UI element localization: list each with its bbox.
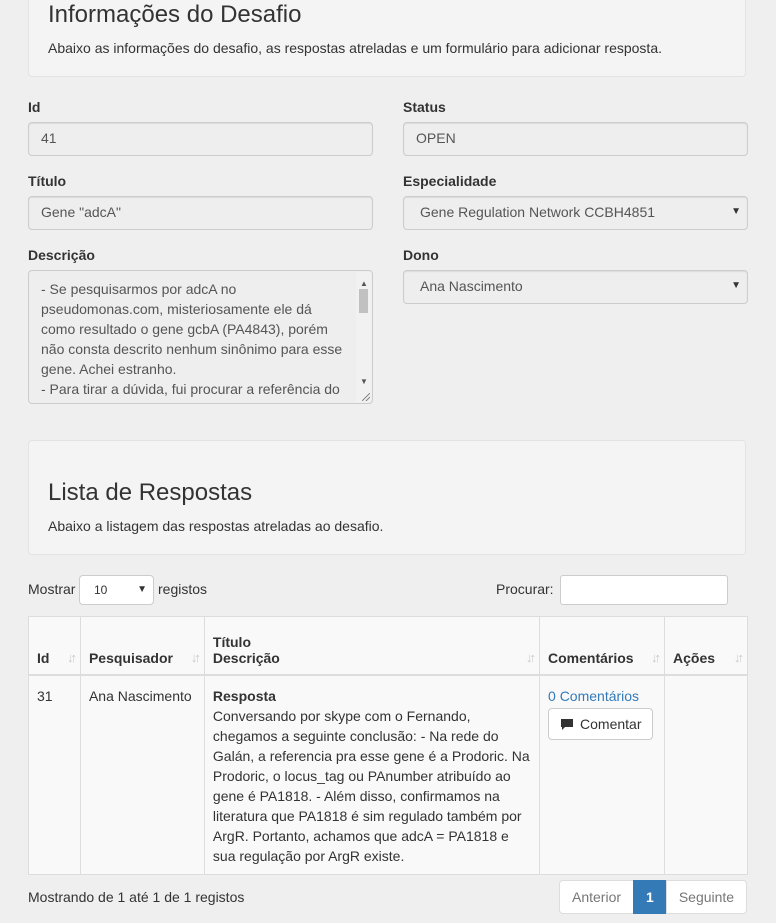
sort-icon: ↓↑	[190, 650, 201, 665]
dono-label: Dono	[403, 247, 439, 263]
page-length-value: 10	[94, 583, 108, 597]
titulo-label: Título	[28, 173, 67, 189]
comment-icon	[561, 718, 574, 730]
dono-value: Ana Nascimento	[420, 278, 523, 294]
col-comentarios[interactable]: Comentários ↓↑	[539, 616, 665, 676]
status-field: OPEN	[403, 122, 748, 156]
sort-icon: ↓↑	[734, 650, 744, 665]
next-page-button[interactable]: Seguinte	[665, 880, 748, 914]
respostas-subtitle: Abaixo a listagem das respostas atrelada…	[48, 518, 384, 534]
descricao-text: - Se pesquisarmos por adcA no pseudomona…	[41, 281, 343, 403]
search-label: Procurar:	[496, 581, 554, 597]
page-1-button[interactable]: 1	[633, 880, 667, 914]
resposta-description: Conversando por skype com o Fernando, ch…	[212, 708, 530, 864]
resposta-title: Resposta	[212, 688, 276, 704]
cell-id: 31	[28, 674, 81, 875]
col-id[interactable]: Id ↓↑	[28, 616, 81, 676]
search-input[interactable]	[560, 575, 728, 605]
col-titulo-descricao[interactable]: Título Descrição ↓↑	[203, 616, 541, 676]
page-title: Informações do Desafio	[48, 1, 302, 28]
id-label: Id	[28, 99, 41, 115]
sort-icon: ↓↑	[66, 650, 77, 665]
comment-button-label: Comentar	[580, 716, 642, 732]
sort-icon: ↓↑	[651, 650, 661, 665]
col-acoes[interactable]: Ações ↓↑	[664, 616, 748, 676]
scrollbar-thumb[interactable]	[359, 289, 368, 313]
descricao-label: Descrição	[28, 247, 95, 263]
page-length-select[interactable]: 10 ▼	[79, 575, 154, 605]
sort-icon: ↓↑	[526, 650, 536, 665]
chevron-down-icon: ▼	[731, 206, 741, 217]
respostas-panel: Lista de Respostas Abaixo a listagem das…	[28, 440, 746, 555]
status-label: Status	[403, 99, 446, 115]
table-info: Mostrando de 1 até 1 de 1 registos	[28, 889, 245, 905]
scroll-down-icon[interactable]: ▼	[360, 372, 368, 392]
especialidade-value: Gene Regulation Network CCBH4851	[420, 204, 656, 220]
comments-link[interactable]: 0 Comentários	[548, 688, 639, 704]
chevron-down-icon: ▼	[731, 280, 741, 291]
descricao-textarea[interactable]: - Se pesquisarmos por adcA no pseudomona…	[28, 270, 373, 404]
respostas-table: Id ↓↑ Pesquisador ↓↑ Título Descrição ↓↑…	[28, 616, 748, 875]
chevron-down-icon: ▼	[137, 584, 147, 595]
cell-comentarios: 0 Comentários Comentar	[539, 674, 665, 875]
especialidade-select[interactable]: Gene Regulation Network CCBH4851 ▼	[403, 196, 748, 230]
respostas-title: Lista de Respostas	[48, 479, 253, 506]
table-row: 31 Ana Nascimento Resposta Conversando p…	[28, 674, 748, 875]
cell-titulo-descricao: Resposta Conversando por skype com o Fer…	[203, 674, 541, 875]
especialidade-label: Especialidade	[403, 173, 497, 189]
records-label: registos	[158, 581, 208, 597]
show-label: Mostrar	[28, 581, 76, 597]
challenge-info-panel: Informações do Desafio Abaixo as informa…	[28, 0, 746, 77]
comment-button[interactable]: Comentar	[548, 708, 654, 740]
resize-handle[interactable]	[362, 393, 370, 401]
textarea-scrollbar[interactable]: ▲ ▼	[356, 272, 371, 402]
cell-pesquisador: Ana Nascimento	[79, 674, 205, 875]
id-field: 41	[28, 122, 373, 156]
table-header-row: Id ↓↑ Pesquisador ↓↑ Título Descrição ↓↑…	[28, 616, 748, 676]
cell-acoes	[664, 674, 748, 875]
pagination: Anterior 1 Seguinte	[559, 880, 748, 914]
page-subtitle: Abaixo as informações do desafio, as res…	[48, 40, 662, 56]
dono-select[interactable]: Ana Nascimento ▼	[403, 270, 748, 304]
col-pesquisador[interactable]: Pesquisador ↓↑	[79, 616, 205, 676]
titulo-field: Gene "adcA"	[28, 196, 373, 230]
prev-page-button[interactable]: Anterior	[559, 880, 635, 914]
